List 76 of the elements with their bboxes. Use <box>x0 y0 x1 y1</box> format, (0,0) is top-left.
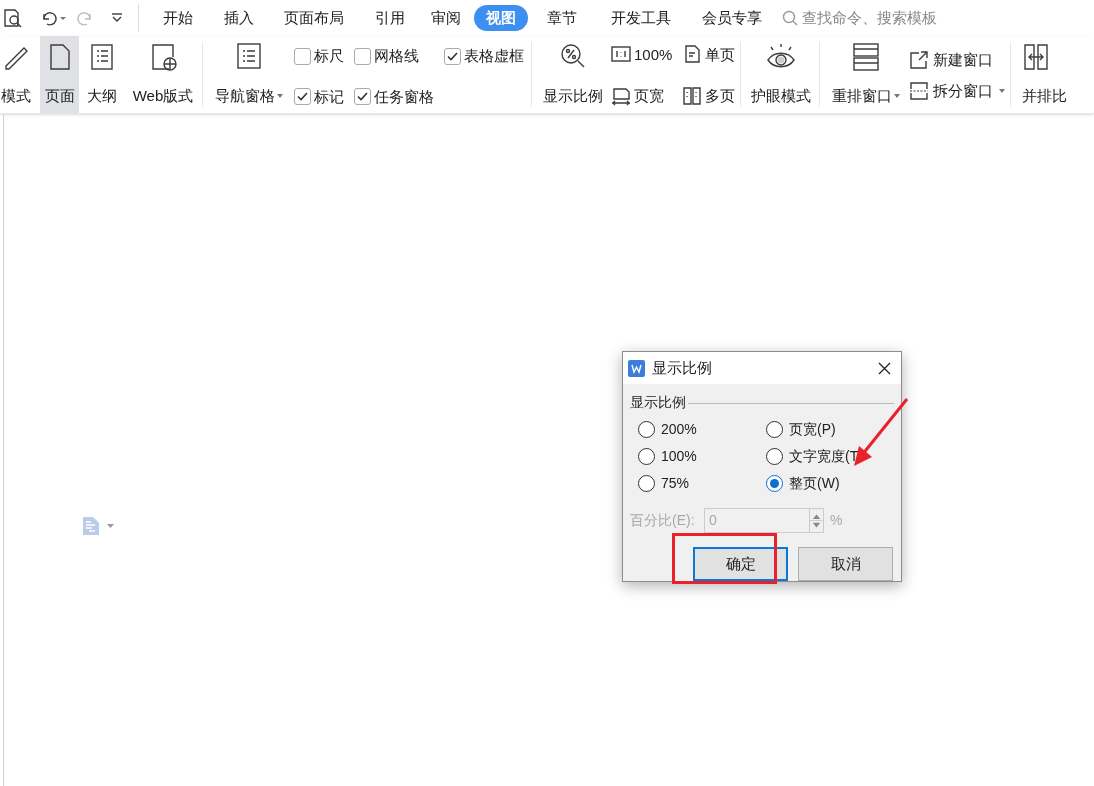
radio-button[interactable] <box>638 448 655 465</box>
radio-button[interactable] <box>766 475 783 492</box>
radio-label: 200% <box>661 420 697 439</box>
ribbon-button[interactable]: 单页 <box>682 38 736 72</box>
ribbon-tab[interactable]: 会员专享 <box>688 5 776 31</box>
dialog-button[interactable]: 取消 <box>798 547 893 581</box>
list-icon <box>236 42 262 70</box>
ribbon-tab[interactable]: 页面布局 <box>269 5 359 31</box>
ribbon-button[interactable]: 多页 <box>682 79 736 113</box>
ribbon-tab[interactable]: 开发工具 <box>593 5 688 31</box>
close-icon <box>878 361 891 375</box>
checkbox[interactable] <box>354 47 371 65</box>
radio-button[interactable] <box>766 448 783 465</box>
checkbox[interactable] <box>354 88 371 106</box>
ribbon-button[interactable]: 重排窗口 <box>829 36 904 113</box>
undo-icon <box>40 10 66 26</box>
group-label: 显示比例 <box>630 393 686 412</box>
preview-icon <box>2 8 22 28</box>
ribbon-button[interactable]: 护眼模式 <box>748 36 815 113</box>
app-logo-icon <box>628 359 645 377</box>
dialog-button[interactable]: 确定 <box>693 547 788 581</box>
field-label: 百分比(E): <box>630 511 696 530</box>
ribbon-tab[interactable]: 审阅 <box>421 5 471 31</box>
split-window-icon <box>909 80 930 101</box>
ribbon-tab[interactable]: 开始 <box>147 5 208 31</box>
checkbox-label: 标记 <box>314 86 344 107</box>
single-page-icon <box>682 45 703 65</box>
ribbon-button[interactable]: 并排比 <box>1022 36 1068 113</box>
multi-page-icon <box>682 86 703 106</box>
ribbon-button[interactable]: Web版式 <box>129 36 197 113</box>
checkbox[interactable] <box>444 47 461 65</box>
search-field[interactable]: 查找命令、搜索模板 <box>782 6 937 30</box>
ribbon-button[interactable]: 100% <box>611 38 673 72</box>
radio-label: 75% <box>661 474 690 493</box>
spinner-icon <box>809 509 823 532</box>
ribbon-button[interactable]: 页宽 <box>611 79 673 113</box>
number-field: 0 <box>704 508 824 533</box>
radio-label: 100% <box>661 447 697 466</box>
checkbox-label: 任务窗格 <box>374 86 434 107</box>
checkbox-label: 网格线 <box>374 46 419 66</box>
radio-button[interactable] <box>638 475 655 492</box>
ribbon-button[interactable]: 新建窗口 <box>909 49 1006 72</box>
checkbox-label: 标尺 <box>314 46 344 66</box>
web-page-icon <box>149 42 177 72</box>
radio-label: 页宽(P) <box>789 420 836 439</box>
ribbon-button[interactable]: 导航窗格 <box>212 36 286 113</box>
ratio-icon <box>611 45 631 65</box>
check-icon <box>297 92 308 102</box>
checkbox-label: 表格虚框 <box>464 46 524 66</box>
dialog-title: 显示比例 <box>652 357 713 378</box>
ribbon-button[interactable]: 显示比例 <box>541 36 605 113</box>
ribbon-button[interactable]: 模式 <box>0 36 36 113</box>
ribbon-tab[interactable]: 引用 <box>359 5 421 31</box>
outline-icon <box>88 42 116 72</box>
checkbox[interactable] <box>294 88 311 106</box>
redo-icon <box>76 10 94 26</box>
check-icon <box>447 51 458 61</box>
radio-button[interactable] <box>638 421 655 438</box>
radio-label: 整页(W) <box>789 474 840 493</box>
radio-button[interactable] <box>766 421 783 438</box>
caret-icon <box>107 524 114 528</box>
side-by-side-icon <box>1022 42 1051 72</box>
document-icon <box>83 517 99 535</box>
ribbon-button[interactable]: 大纲 <box>83 36 121 113</box>
ribbon-tab[interactable]: 插入 <box>208 5 269 31</box>
ribbon-tab[interactable]: 章节 <box>531 5 593 31</box>
search-icon <box>782 10 798 26</box>
ribbon-button[interactable]: 拆分窗口 <box>909 79 1006 102</box>
unit-label: % <box>830 511 843 530</box>
customize-icon <box>110 12 124 24</box>
check-icon <box>357 92 368 102</box>
page-width-icon <box>611 86 631 106</box>
checkbox[interactable] <box>294 47 311 65</box>
new-window-icon <box>909 50 930 71</box>
ribbon-button[interactable]: 页面 <box>40 36 79 113</box>
stacked-windows-icon <box>852 42 881 72</box>
